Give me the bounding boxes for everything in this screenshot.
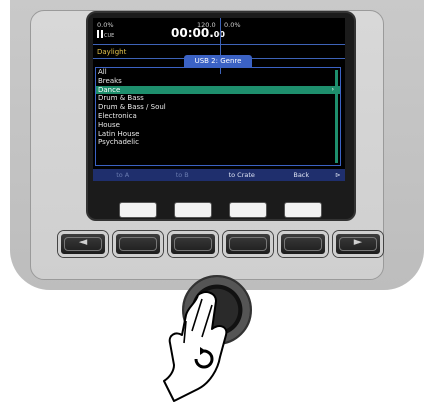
list-item[interactable]: Dance ›	[96, 85, 340, 95]
time-main: 00:00.	[171, 26, 214, 40]
list-item[interactable]: Latin House	[96, 130, 340, 139]
display-screen: 0.0% CUE 120.0 00:00.00 0.0% Daylight US…	[93, 18, 345, 181]
list-item[interactable]: Electronica	[96, 112, 340, 121]
list-item[interactable]: Breaks	[96, 77, 340, 86]
softkey-to-a[interactable]: to A	[93, 169, 153, 181]
prev-page-button[interactable]: ◄	[58, 231, 108, 257]
softkey-tab-4	[284, 202, 322, 218]
left-arrow-icon: ◄	[78, 235, 88, 248]
cue-label: CUE	[104, 33, 115, 39]
list-item[interactable]: Psychadelic	[96, 138, 340, 147]
list-item[interactable]: All	[96, 68, 340, 77]
list-item[interactable]: Drum & Bass	[96, 94, 340, 103]
list-scrollbar[interactable]	[335, 70, 338, 163]
softkey-button-3[interactable]	[223, 231, 273, 257]
softkey-next-icon[interactable]: ⊳	[331, 169, 345, 181]
track-name: Daylight	[97, 48, 127, 56]
list-item[interactable]: House	[96, 121, 340, 130]
softkey-to-crate[interactable]: to Crate	[212, 169, 272, 181]
softkey-button-2[interactable]	[168, 231, 218, 257]
time-display: 00:00.00	[171, 26, 225, 40]
softkey-bar: to A to B to Crate Back ⊳	[93, 169, 345, 181]
btn-inner	[284, 237, 322, 251]
softkey-tab-2	[174, 202, 212, 218]
softkey-tab-1	[119, 202, 157, 218]
deck-status: 0.0% CUE 120.0 00:00.00 0.0%	[93, 18, 345, 44]
right-arrow-icon: ►	[353, 235, 363, 248]
softkey-back[interactable]: Back	[272, 169, 332, 181]
btn-inner	[174, 237, 212, 251]
pitch-right: 0.0%	[224, 21, 241, 29]
browser-tab[interactable]: USB 2: Genre	[184, 55, 252, 67]
btn-inner	[229, 237, 267, 251]
softkey-button-1[interactable]	[113, 231, 163, 257]
softkey-to-b[interactable]: to B	[153, 169, 213, 181]
list-item[interactable]: Drum & Bass / Soul	[96, 103, 340, 112]
genre-list[interactable]: All Breaks Dance › Drum & Bass Drum & Bass / …	[95, 67, 341, 166]
chevron-right-icon: ›	[331, 85, 334, 93]
next-page-button[interactable]: ►	[333, 231, 383, 257]
softkey-button-4[interactable]	[278, 231, 328, 257]
divider-horizontal	[93, 44, 345, 45]
hand-turning-icon	[163, 291, 228, 402]
softkey-tab-3	[229, 202, 267, 218]
pitch-left: 0.0%	[97, 21, 114, 29]
btn-inner	[119, 237, 157, 251]
pause-icon	[97, 30, 103, 38]
